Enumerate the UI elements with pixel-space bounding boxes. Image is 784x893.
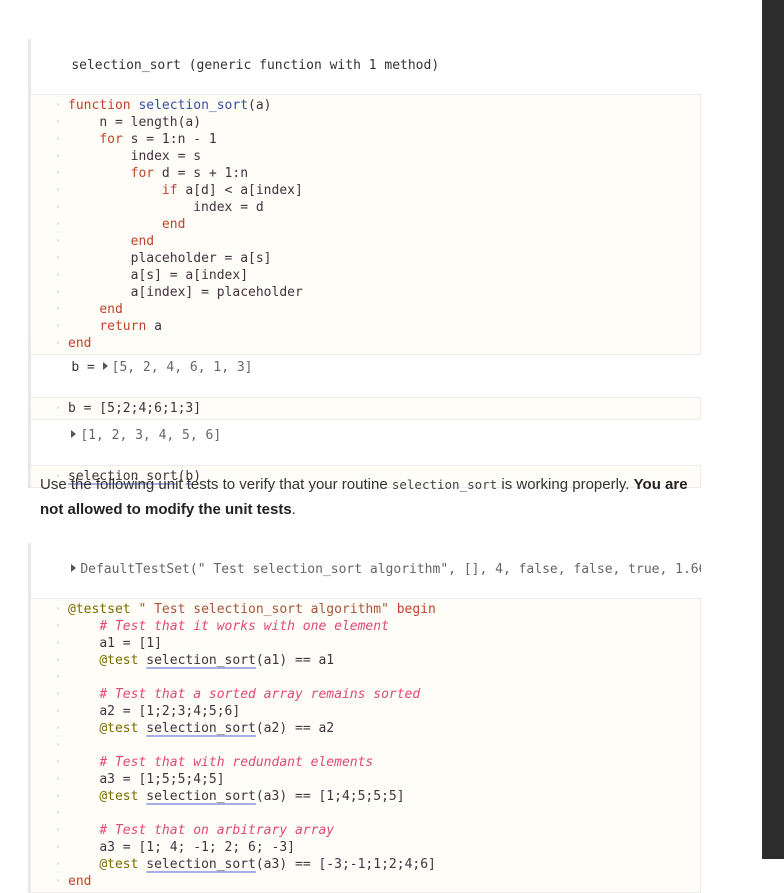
code-line: a3 = [1; 4; -1; 2; 6; -3]	[31, 839, 700, 856]
code-line: a1 = [1]	[31, 635, 700, 652]
cell-selection-sort-definition: selection_sort (generic function with 1 …	[28, 39, 701, 355]
code-line: placeholder = a[s]	[31, 250, 700, 267]
code-line: end	[31, 233, 700, 250]
code-line: # Test that it works with one element	[31, 618, 700, 635]
window-scrollbar[interactable]	[762, 0, 784, 859]
code-line: n = length(a)	[31, 114, 700, 131]
code-line: end	[31, 216, 700, 233]
code-line: for d = s + 1:n	[31, 165, 700, 182]
code-line: # Test that a sorted array remains sorte…	[31, 686, 700, 703]
cell-output: selection_sort (generic function with 1 …	[31, 39, 701, 91]
code-line: @test selection_sort(a3) == [1;4;5;5;5]	[31, 788, 700, 805]
inline-code: selection_sort	[391, 477, 498, 492]
code-line: index = s	[31, 148, 700, 165]
cell-output: [1, 2, 3, 4, 5, 6]	[31, 409, 701, 461]
code-line: for s = 1:n - 1	[31, 131, 700, 148]
code-line: # Test that with redundant elements	[31, 754, 700, 771]
code-line: end	[31, 301, 700, 318]
code-line: end	[31, 873, 700, 890]
cell-output: DefaultTestSet(" Test selection_sort alg…	[31, 543, 701, 595]
code-line: if a[d] < a[index]	[31, 182, 700, 199]
function-link[interactable]: selection_sort	[146, 721, 256, 736]
output-text: selection_sort (generic function with 1 …	[71, 58, 440, 73]
markdown-instructions: Use the following unit tests to verify t…	[40, 476, 688, 518]
code-line: @test selection_sort(a1) == a1	[31, 652, 700, 669]
code-line	[31, 805, 700, 822]
function-link[interactable]: selection_sort	[146, 789, 256, 804]
code-editor[interactable]: function selection_sort(a) n = length(a)…	[30, 94, 701, 355]
code-line: a[s] = a[index]	[31, 267, 700, 284]
cell-output: b = [5, 2, 4, 6, 1, 3]	[71, 360, 253, 375]
code-line: @testset " Test selection_sort algorithm…	[31, 601, 700, 618]
code-line: index = d	[31, 199, 700, 216]
code-line: function selection_sort(a)	[31, 97, 700, 114]
code-editor[interactable]: @testset " Test selection_sort algorithm…	[30, 598, 701, 893]
expand-arrow-icon[interactable]	[102, 362, 108, 370]
code-line: a2 = [1;2;3;4;5;6]	[31, 703, 700, 720]
code-line: return a	[31, 318, 700, 335]
code-line: # Test that on arbitrary array	[31, 822, 700, 839]
expand-arrow-icon[interactable]	[71, 564, 77, 572]
code-line	[31, 737, 700, 754]
expand-arrow-icon[interactable]	[71, 430, 77, 438]
code-line: a3 = [1;5;5;4;5]	[31, 771, 700, 788]
cell-unit-tests: DefaultTestSet(" Test selection_sort alg…	[28, 543, 701, 893]
code-line	[31, 669, 700, 686]
function-link[interactable]: selection_sort	[146, 857, 256, 872]
code-line: a[index] = placeholder	[31, 284, 700, 301]
function-link[interactable]: selection_sort	[146, 653, 256, 668]
code-line: @test selection_sort(a2) == a2	[31, 720, 700, 737]
